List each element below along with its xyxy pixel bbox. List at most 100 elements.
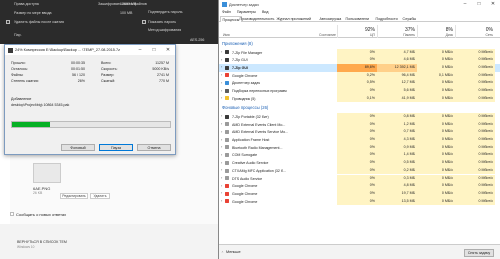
expand-chevron-icon[interactable]: › xyxy=(221,58,222,62)
menu-view[interactable]: Вид xyxy=(262,10,269,14)
notify-checkbox[interactable] xyxy=(10,212,14,216)
attachment-size: 26 KB xyxy=(33,191,43,195)
process-cpu-cell: 0% xyxy=(337,56,377,64)
tab-app-history[interactable]: Журнал приложений xyxy=(275,16,313,22)
process-mem-cell: 41,9 МБ xyxy=(377,94,417,103)
process-row[interactable]: › Bluetooth Radio Management... 0% 0,9 МБ 0 … xyxy=(219,143,500,152)
background-button[interactable]: Фоновый xyxy=(61,144,95,151)
attachment-delete-button[interactable]: Удалить xyxy=(90,193,110,199)
process-disk-cell: 0 МБ/с xyxy=(417,136,455,144)
expand-chevron-icon[interactable]: › xyxy=(221,199,222,203)
column-name[interactable]: Имя xyxy=(223,33,230,37)
process-row[interactable]: › 7-Zip Portable (32 бит) 0% 0,8 МБ 0 МБ/с 0 … xyxy=(219,112,500,121)
settings-label: Показать пароль xyxy=(148,20,177,24)
process-row[interactable]: › Google Chrome 0% 13,5 МБ 0 МБ/с 0 Мбит/с xyxy=(219,197,500,206)
column-memory[interactable]: 37% Память xyxy=(377,25,417,38)
show-password-checkbox[interactable] xyxy=(142,20,146,24)
process-icon xyxy=(225,176,229,181)
process-cpu-cell: 0% xyxy=(337,128,377,136)
process-name: DTS Audio Service xyxy=(232,176,263,181)
process-row[interactable]: › DTS Audio Service 0% 0,3 МБ 0 МБ/с 0 Мбит/с xyxy=(219,174,500,183)
process-cpu-cell: 0,1% xyxy=(337,94,377,103)
process-row[interactable]: › Google Chrome 0% 4,8 МБ 0 МБ/с 0 Мбит/с xyxy=(219,182,500,190)
process-row[interactable]: › Проводник (5) 0,1% 41,9 МБ 0 МБ/с 0 Мбит/с xyxy=(219,94,500,103)
process-row[interactable]: › Google Chrome 0,2% 96,4 МБ 0,1 МБ/с 0 Мбит/… xyxy=(219,71,500,80)
process-row[interactable]: › Google Chrome 0% 19,7 МБ 0 МБ/с 0 Мбит/с xyxy=(219,189,500,198)
menu-file[interactable]: Файл xyxy=(222,10,231,14)
column-cpu[interactable]: 92% ЦП xyxy=(337,25,377,38)
column-status[interactable]: Состояние xyxy=(319,33,336,37)
column-network[interactable]: 0% Сеть xyxy=(455,25,495,38)
process-group-title[interactable]: Приложения (8) xyxy=(222,41,253,46)
process-net-cell: 0 Мбит/с xyxy=(455,94,495,103)
process-row[interactable]: › 7-Zip GUI 89,6% 12 392,1 МБ 0 МБ/с 0 Мбит/с xyxy=(219,63,500,72)
process-row[interactable]: › 7-Zip File Manager 0% 4,7 МБ 0 МБ/с 0 Мбит/… xyxy=(219,48,500,57)
column-disk[interactable]: 8% Диск xyxy=(417,25,455,38)
process-row[interactable]: › 7-Zip GUI 0% 4,6 МБ 0 МБ/с 0 Мбит/с xyxy=(219,56,500,64)
expand-chevron-icon[interactable]: › xyxy=(221,168,222,172)
expand-chevron-icon[interactable]: › xyxy=(221,114,222,118)
process-cpu-cell: 0,5% xyxy=(337,79,377,87)
delete-after-checkbox[interactable] xyxy=(6,20,10,24)
expand-chevron-icon[interactable]: › xyxy=(221,145,222,149)
expand-chevron-icon[interactable]: › xyxy=(221,153,222,157)
process-icon xyxy=(225,81,229,86)
expand-chevron-icon[interactable]: › xyxy=(221,191,222,195)
pause-button[interactable]: Пауза xyxy=(99,144,133,151)
process-cpu-cell: 0% xyxy=(337,48,377,57)
chevron-up-icon[interactable]: ⌃ xyxy=(221,251,224,255)
process-row[interactable]: › Диспетчер задач 0,5% 12,7 МБ 0 МБ/с 0 Мбит/… xyxy=(219,79,500,87)
process-row[interactable]: › Application Frame Host 0% 4,3 МБ 0 МБ/с 0 М… xyxy=(219,136,500,144)
expand-chevron-icon[interactable]: › xyxy=(221,73,222,77)
tab-details[interactable]: Подробности xyxy=(374,16,399,22)
process-cpu-cell: 0% xyxy=(337,143,377,152)
attachment-edit-button[interactable]: Редактировать xyxy=(60,193,88,199)
expand-chevron-icon[interactable]: › xyxy=(221,50,222,54)
dialog-titlebar[interactable]: 24% Компрессия E:\Backup\Backup ... \TEM… xyxy=(5,45,175,55)
maximize-icon[interactable]: □ xyxy=(147,45,161,55)
end-task-button[interactable]: Снять задачу xyxy=(464,248,494,257)
process-name: 7-Zip GUI xyxy=(232,65,248,70)
tab-performance[interactable]: Производительность xyxy=(238,16,276,22)
expand-chevron-icon[interactable]: › xyxy=(221,122,222,126)
expand-chevron-icon[interactable]: › xyxy=(221,130,222,134)
minimize-icon[interactable]: – xyxy=(133,45,147,55)
process-row[interactable]: › AMD External Events Service Mo... 0% 0,7 … xyxy=(219,128,500,136)
process-mem-cell: 4,6 МБ xyxy=(377,56,417,64)
close-icon[interactable]: ✕ xyxy=(161,45,175,55)
maximize-icon[interactable]: □ xyxy=(472,0,486,9)
process-row[interactable]: › COM Surrogate 0% 1,4 МБ 0 МБ/с 0 Мбит/с xyxy=(219,151,500,160)
expand-chevron-icon[interactable]: › xyxy=(221,161,222,165)
process-group-title[interactable]: Фоновые процессы (26) xyxy=(222,105,268,110)
expand-chevron-icon[interactable]: › xyxy=(221,89,222,93)
process-row[interactable]: › AMD External Events Client Mo... 0% 1,2 М… xyxy=(219,120,500,129)
process-mem-cell: 12 392,1 МБ xyxy=(377,63,417,72)
attachment-thumbnail[interactable] xyxy=(33,163,61,183)
tm-footer: ⌃ Меньше Снять задачу xyxy=(219,244,500,259)
process-row[interactable]: › CTXAMg MFC Application (32 б... 0% 0,2 МБ… xyxy=(219,166,500,175)
stat-value: 26% xyxy=(77,79,85,83)
close-icon[interactable]: ✕ xyxy=(486,0,500,9)
process-disk-cell: 0 МБ/с xyxy=(417,159,455,167)
process-icon xyxy=(225,137,229,142)
expand-chevron-icon[interactable]: › xyxy=(221,65,222,69)
expand-chevron-icon[interactable]: › xyxy=(221,138,222,142)
process-row[interactable]: › Creative Audio Service 0% 0,5 МБ 0 МБ/с 0 М… xyxy=(219,159,500,167)
expand-chevron-icon[interactable]: › xyxy=(221,176,222,180)
tab-services[interactable]: Службы xyxy=(401,16,418,22)
expand-chevron-icon[interactable]: › xyxy=(221,184,222,188)
tab-users[interactable]: Пользователи xyxy=(344,16,370,22)
expand-chevron-icon[interactable]: › xyxy=(221,96,222,100)
back-to-topics-link[interactable]: Вернуться в список тем xyxy=(17,240,67,244)
cancel-button[interactable]: Отмена xyxy=(137,144,171,151)
tab-startup[interactable]: Автозагрузка xyxy=(318,16,343,22)
tm-titlebar[interactable]: Диспетчер задач – □ ✕ xyxy=(219,0,500,9)
process-net-cell: 0 Мбит/с xyxy=(455,56,495,64)
process-mem-cell: 0,9 МБ xyxy=(377,143,417,152)
process-cpu-cell: 0% xyxy=(337,136,377,144)
menu-options[interactable]: Параметры xyxy=(237,10,256,14)
process-row[interactable]: › Подборка переносных программ 0% 5,6 МБ 0 М… xyxy=(219,87,500,95)
minimize-icon[interactable]: – xyxy=(458,0,472,9)
fewer-details-button[interactable]: Меньше xyxy=(226,250,241,254)
expand-chevron-icon[interactable]: › xyxy=(221,81,222,85)
